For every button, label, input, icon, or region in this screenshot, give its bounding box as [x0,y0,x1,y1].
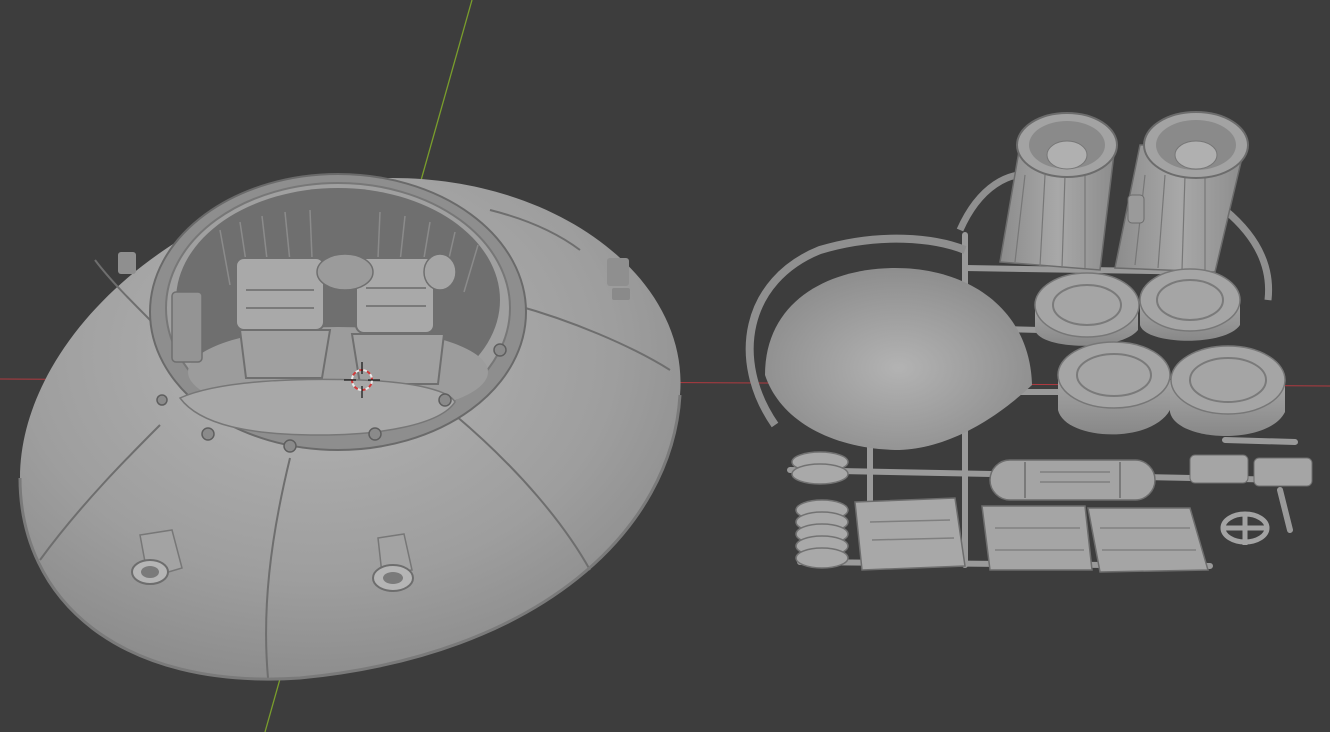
part-plate-1 [854,497,966,571]
part-wheel-3 [1057,341,1171,435]
seat-left [235,257,332,379]
part-plate-3 [1087,507,1209,573]
part-plate-2 [981,505,1093,571]
part-wheel-4 [1170,345,1286,437]
part-can-right [1114,111,1249,273]
3d-viewport[interactable] [0,0,1330,732]
saucer-body[interactable] [18,173,682,681]
part-wheel-1 [1034,272,1140,346]
part-can-left [999,112,1118,271]
part-steering-wheel [1220,511,1270,545]
part-tank [989,459,1156,501]
part-wheel-2 [1139,268,1241,341]
viewport-canvas[interactable] [0,0,1330,732]
part-spring [791,451,849,569]
parts-sprue[interactable] [745,111,1313,573]
